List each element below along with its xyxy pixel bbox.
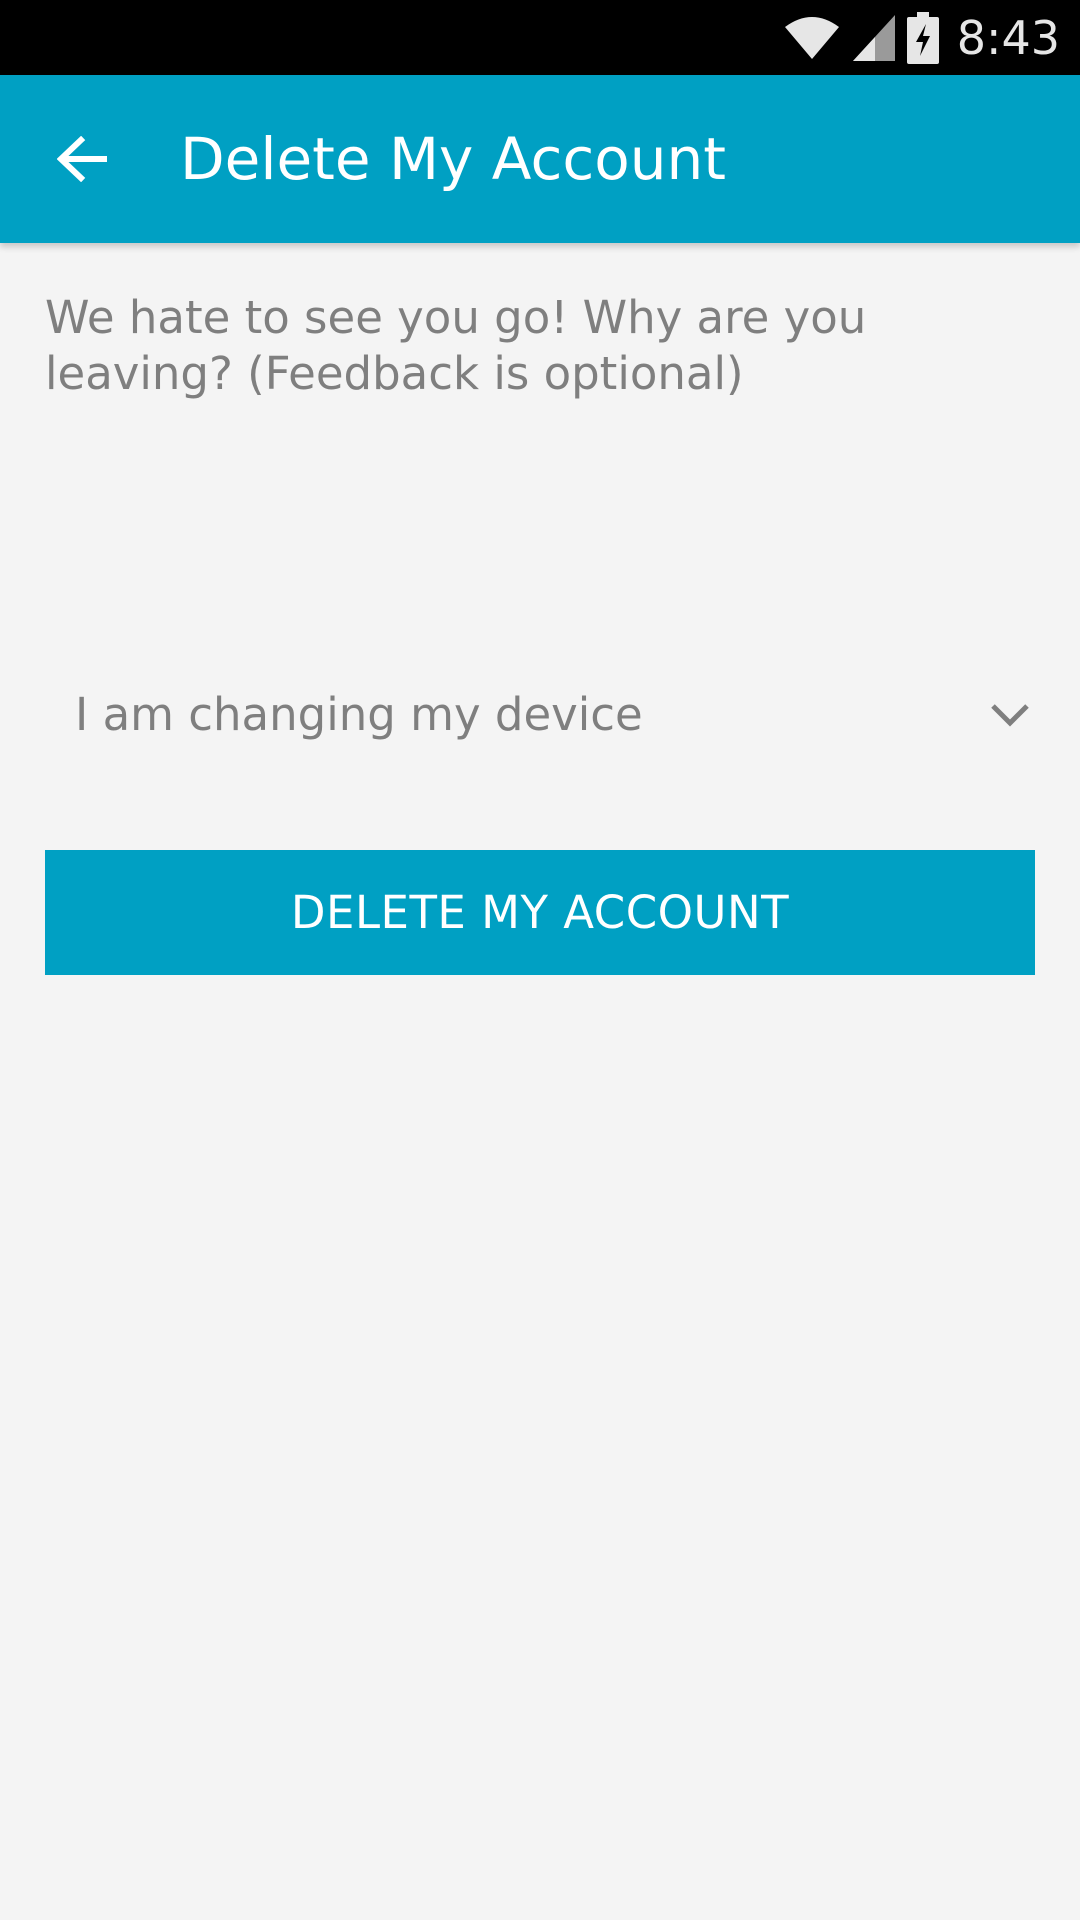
reason-dropdown[interactable]: I am changing my device	[45, 660, 1035, 770]
wifi-icon	[784, 16, 839, 59]
reason-selected-value: I am changing my device	[75, 688, 643, 741]
page-title: Delete My Account	[180, 125, 726, 193]
status-icons: 8:43	[783, 0, 1060, 75]
battery-charging-icon	[906, 11, 939, 64]
chevron-down-icon	[991, 704, 1029, 727]
cell-signal-icon	[852, 14, 895, 61]
feedback-prompt: We hate to see you go! Why are you leavi…	[45, 291, 867, 400]
app-bar: Delete My Account	[0, 75, 1080, 243]
back-button[interactable]	[38, 115, 126, 203]
status-bar: 8:43	[0, 0, 1080, 75]
arrow-left-icon	[57, 136, 107, 182]
status-time: 8:43	[956, 10, 1060, 65]
delete-account-button[interactable]: DELETE MY ACCOUNT	[45, 850, 1035, 975]
